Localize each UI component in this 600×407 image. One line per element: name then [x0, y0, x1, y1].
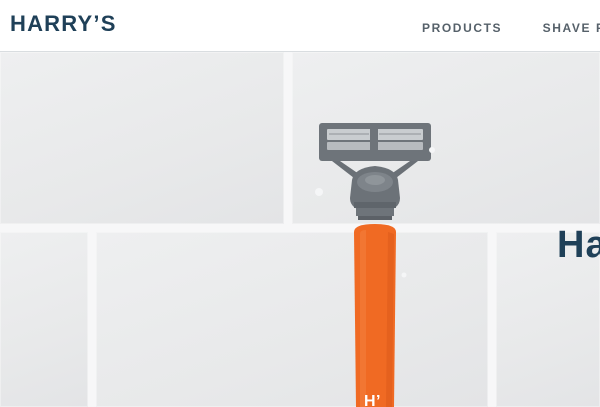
hero-heading: Ha — [557, 224, 600, 266]
razor-image — [315, 123, 435, 407]
hero-section: Ha — [0, 52, 600, 407]
tile-grout — [0, 224, 600, 232]
tile-grout — [488, 232, 496, 407]
site-header: HARRY’S PRODUCTS SHAVE PLAN — [0, 0, 600, 52]
tile-grout — [284, 52, 292, 224]
brand-logo[interactable]: HARRY’S — [10, 11, 117, 37]
razor-brand-mark: H’ — [364, 393, 381, 407]
main-nav: PRODUCTS SHAVE PLAN — [422, 19, 600, 37]
nav-link-shave-plan[interactable]: SHAVE PLAN — [543, 21, 600, 35]
tile-grout — [88, 232, 96, 407]
wall-tile — [0, 52, 284, 224]
wall-tile — [0, 232, 88, 407]
page: HARRY’S PRODUCTS SHAVE PLAN Ha — [0, 0, 600, 407]
nav-link-products[interactable]: PRODUCTS — [422, 21, 502, 35]
